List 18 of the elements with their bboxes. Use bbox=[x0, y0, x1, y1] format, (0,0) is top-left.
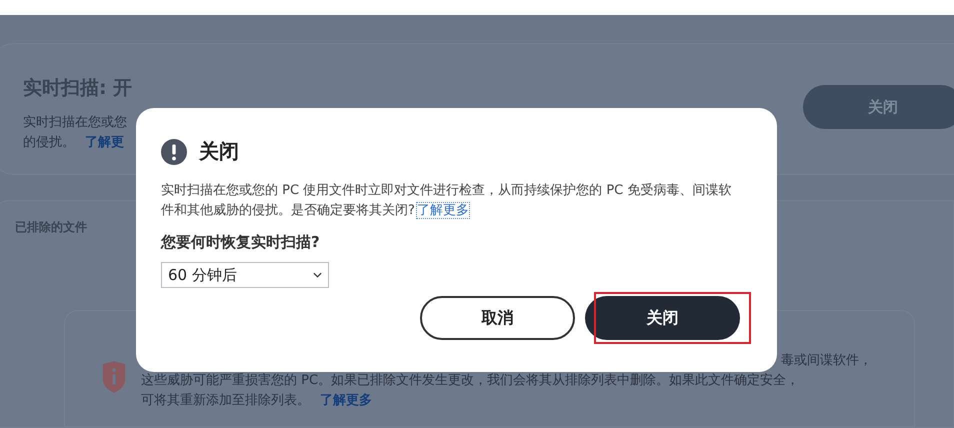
resume-time-dropdown[interactable]: 60 分钟后 bbox=[161, 262, 329, 288]
card-title: 实时扫描: 开 bbox=[23, 76, 132, 101]
turn-off-button[interactable]: 关闭 bbox=[803, 85, 954, 129]
card-description: 实时扫描在您或您 bbox=[23, 114, 128, 132]
cancel-button[interactable]: 取消 bbox=[420, 296, 575, 340]
notice-text: 可将其重新添加至排除列表。 bbox=[141, 392, 310, 410]
section-title: 已排除的文件 bbox=[15, 219, 88, 236]
notice-text: 毒或间谍软件， bbox=[781, 352, 872, 370]
notice-text: 这些威胁可能严重损害您的 PC。如果已排除文件发生更改，我们会将其从排除列表中删除。如果此文件确定安全， bbox=[141, 372, 800, 390]
chevron-down-icon bbox=[313, 272, 322, 278]
dialog-title: 关闭 bbox=[199, 138, 239, 165]
learn-more-link[interactable]: 了解更多 bbox=[416, 203, 469, 218]
dialog-message: 实时扫描在您或您的 PC 使用文件时立即对文件进行检查，从而持续保护您的 PC 免受病毒、间谍软件和其他威胁的侵扰。是否确定要将其关闭?了解更多 bbox=[161, 182, 732, 220]
question-label: 您要何时恢复实时扫描? bbox=[161, 233, 321, 252]
turn-off-button[interactable]: 关闭 bbox=[585, 296, 740, 340]
warning-icon bbox=[161, 138, 187, 164]
card-description: 的侵扰。 bbox=[23, 134, 75, 152]
shield-info-icon bbox=[101, 361, 127, 393]
